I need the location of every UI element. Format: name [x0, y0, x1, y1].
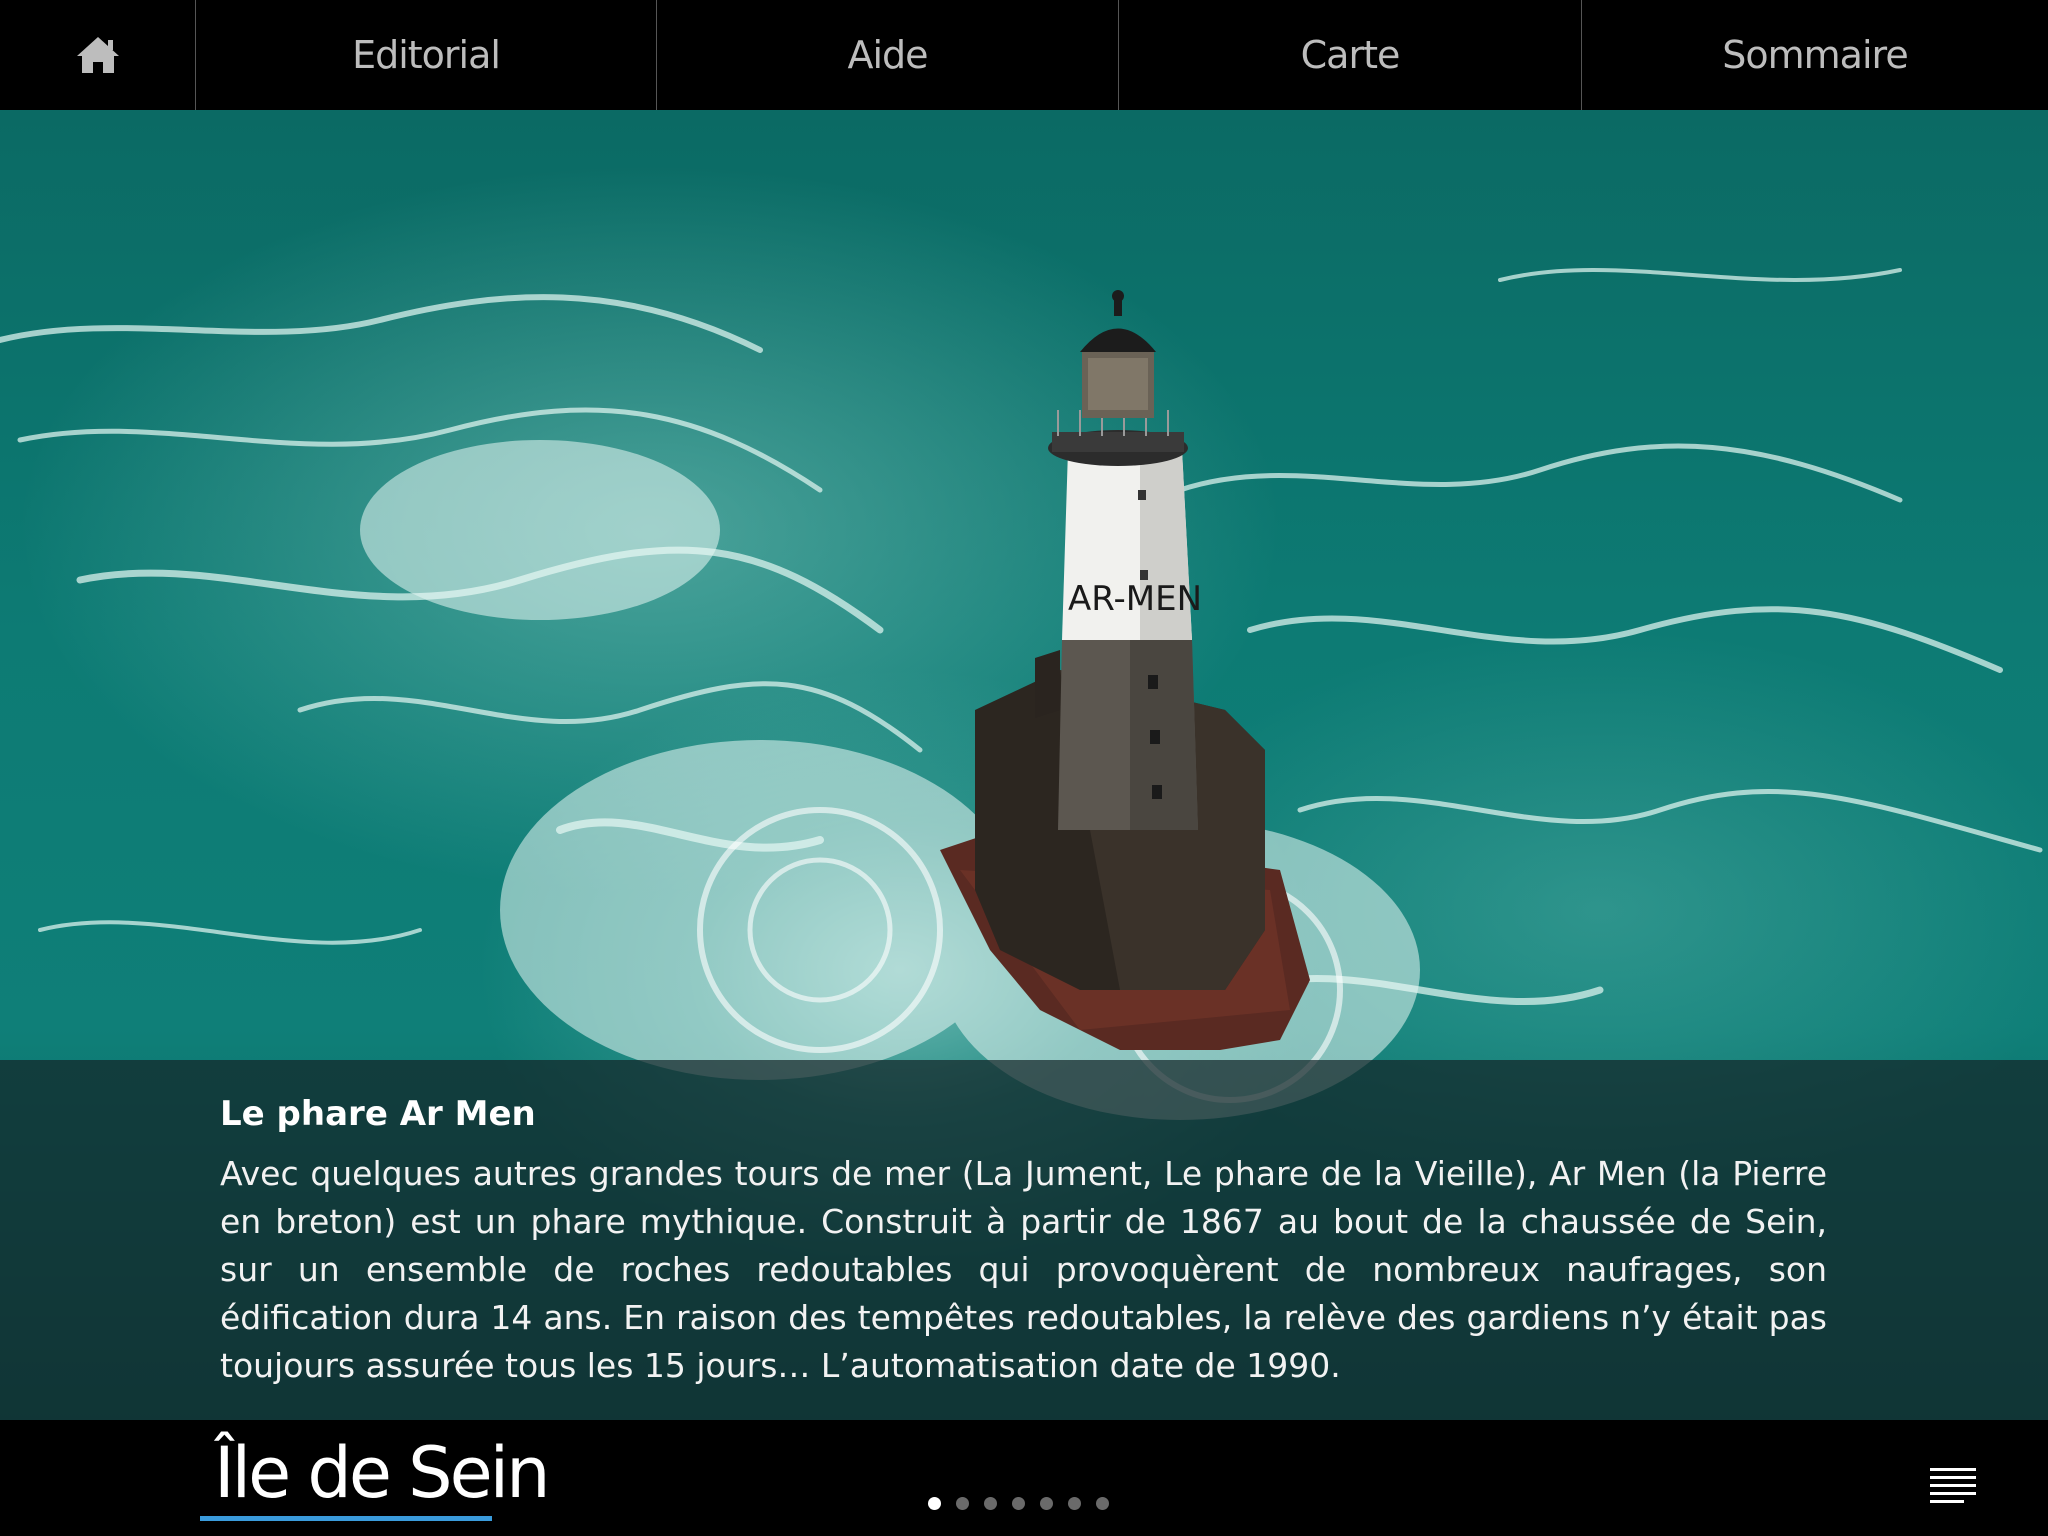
- brand-title: Île de Sein: [214, 1432, 550, 1514]
- page-indicator: [928, 1497, 1109, 1510]
- page-dot-6[interactable]: [1068, 1497, 1081, 1510]
- caption-title: Le phare Ar Men: [220, 1094, 536, 1134]
- brand-underline: [200, 1516, 492, 1521]
- page-dot-1[interactable]: [928, 1497, 941, 1510]
- svg-text:AR-MEN: AR-MEN: [1068, 579, 1202, 619]
- nav-item-carte[interactable]: Carte: [1119, 0, 1582, 110]
- menu-button[interactable]: [1922, 1462, 1982, 1512]
- home-icon: [76, 37, 119, 73]
- bottom-bar: Île de Sein: [0, 1420, 2048, 1536]
- caption-body: Avec quelques autres grandes tours de me…: [220, 1154, 1827, 1385]
- menu-lines-icon: [1930, 1468, 1976, 1503]
- nav-item-sommaire[interactable]: Sommaire: [1582, 0, 2048, 110]
- page-dot-5[interactable]: [1040, 1497, 1053, 1510]
- page-dot-2[interactable]: [956, 1497, 969, 1510]
- page-dot-4[interactable]: [1012, 1497, 1025, 1510]
- home-button[interactable]: [0, 0, 196, 110]
- page-dot-3[interactable]: [984, 1497, 997, 1510]
- top-navigation: Editorial Aide Carte Sommaire: [0, 0, 2048, 110]
- nav-item-aide[interactable]: Aide: [657, 0, 1119, 110]
- page-dot-7[interactable]: [1096, 1497, 1109, 1510]
- app-screen: Editorial Aide Carte Sommaire AR-MEN Le …: [0, 0, 2048, 1536]
- caption-panel: Le phare Ar Men Avec quelques autres gra…: [0, 1060, 2048, 1420]
- nav-item-editorial[interactable]: Editorial: [196, 0, 657, 110]
- brand-title-link[interactable]: Île de Sein: [200, 1428, 550, 1521]
